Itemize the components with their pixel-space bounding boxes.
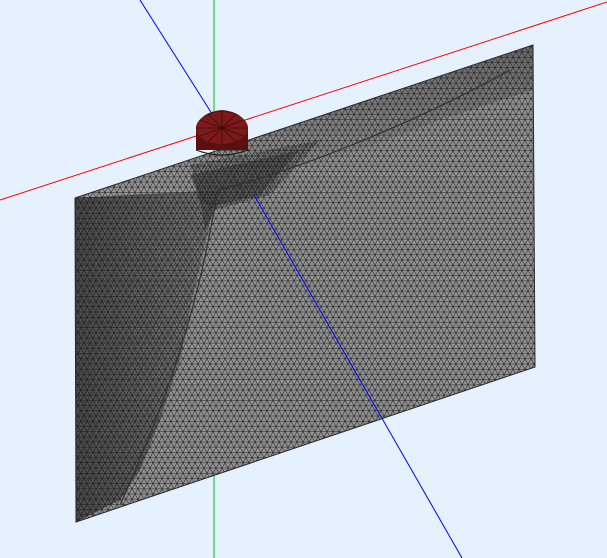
3d-viewport[interactable] <box>0 0 607 558</box>
z-axis-back-line <box>139 0 215 118</box>
mesh-scene[interactable] <box>0 0 607 558</box>
mesh-plate <box>74 44 536 523</box>
feed-cap <box>195 110 249 156</box>
